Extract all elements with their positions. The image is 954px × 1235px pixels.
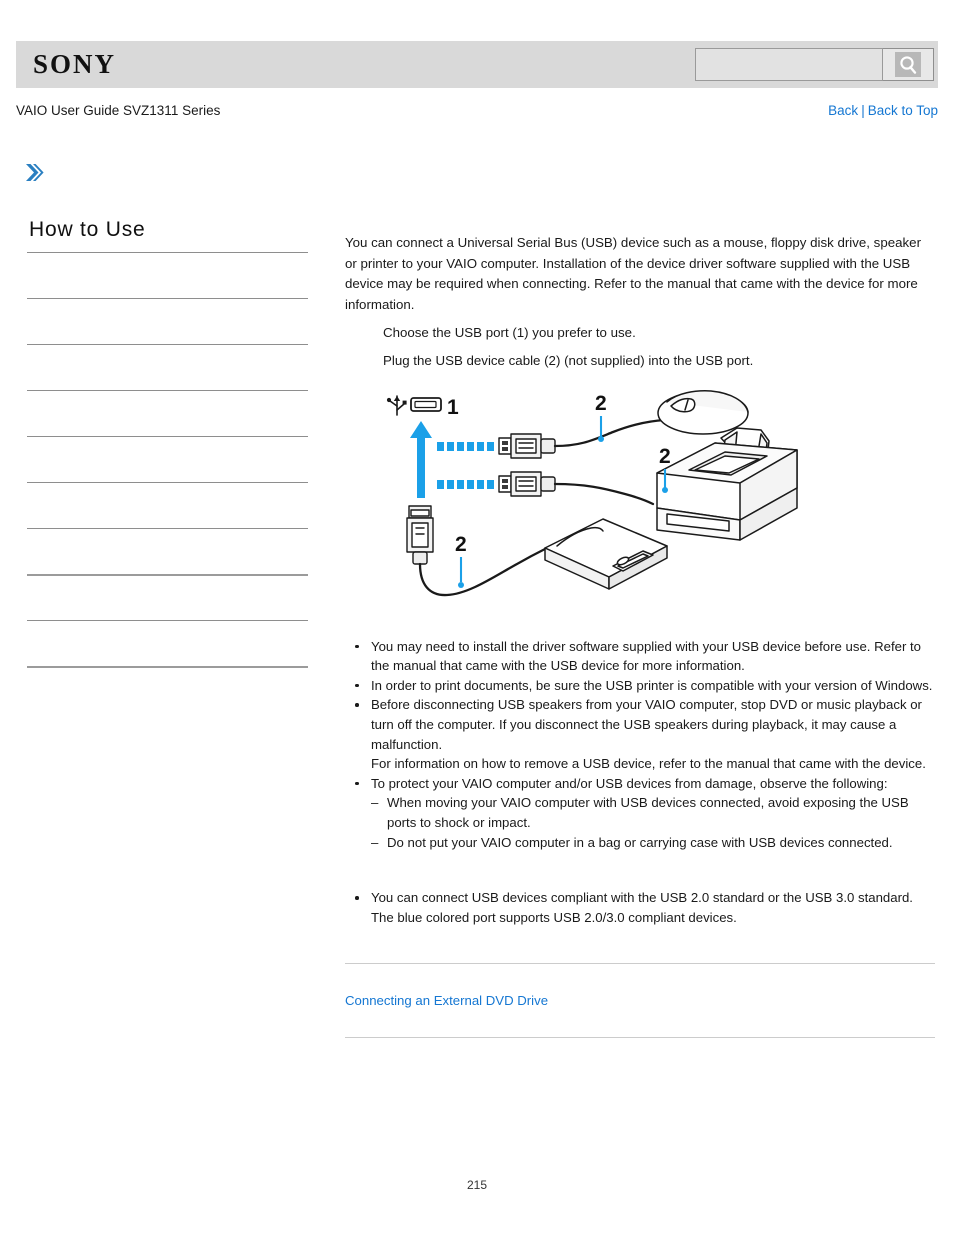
- note-text: To protect your VAIO computer and/or USB…: [371, 775, 888, 791]
- sub-note-item: When moving your VAIO computer with USB …: [371, 793, 935, 832]
- note-item: You can connect USB devices compliant wi…: [345, 888, 935, 927]
- nav-separator: |: [861, 103, 865, 118]
- sidebar-nav-list: [27, 252, 308, 712]
- note-extra-text: For information on how to remove a USB d…: [371, 756, 926, 772]
- note-extra-text: The blue colored port supports USB 2.0/3…: [371, 909, 737, 925]
- svg-text:1: 1: [447, 396, 459, 419]
- divider-bottom: [345, 1037, 935, 1039]
- note-item: Before disconnecting USB speakers from y…: [345, 695, 935, 773]
- search-input[interactable]: [695, 48, 883, 81]
- sidebar-item-4[interactable]: [27, 390, 308, 436]
- svg-text:2: 2: [595, 392, 607, 415]
- sidebar-title: How to Use: [29, 218, 146, 241]
- sidebar-item-2[interactable]: [27, 298, 308, 344]
- divider-top: [345, 963, 935, 965]
- note-text: In order to print documents, be sure the…: [371, 677, 933, 693]
- step-item: Plug the USB device cable (2) (not suppl…: [383, 352, 754, 368]
- sidebar: How to Use: [27, 215, 308, 712]
- svg-text:2: 2: [455, 533, 467, 556]
- sidebar-item-3[interactable]: [27, 344, 308, 390]
- header-nav-links: Back | Back to Top: [828, 100, 938, 122]
- notes-list: You may need to install the driver softw…: [345, 637, 935, 853]
- related-link[interactable]: Connecting an External DVD Drive: [345, 991, 935, 1011]
- note-item: In order to print documents, be sure the…: [345, 676, 935, 696]
- sidebar-item-5[interactable]: [27, 436, 308, 482]
- page-number: 215: [466, 1178, 488, 1192]
- notes-list-secondary: You can connect USB devices compliant wi…: [345, 888, 935, 927]
- usb-connection-diagram: 1 2 2 2: [385, 388, 815, 613]
- search-area: [695, 48, 934, 81]
- double-chevron-right-icon[interactable]: [22, 161, 46, 185]
- steps-list: Choose the USB port (1) you prefer to us…: [345, 323, 935, 371]
- step-item: Choose the USB port (1) you prefer to us…: [383, 325, 636, 341]
- note-text: Before disconnecting USB speakers from y…: [371, 697, 922, 752]
- note-text: You may need to install the driver softw…: [371, 638, 922, 674]
- back-link[interactable]: Back: [828, 103, 858, 118]
- search-icon: [895, 52, 921, 77]
- main-content: You can connect a Universal Serial Bus (…: [345, 233, 935, 1039]
- guide-title: VAIO User Guide SVZ1311 Series: [16, 103, 221, 118]
- sub-note-item: Do not put your VAIO computer in a bag o…: [371, 833, 935, 853]
- sidebar-item-6[interactable]: [27, 482, 308, 528]
- back-to-top-link[interactable]: Back to Top: [868, 103, 938, 118]
- intro-paragraph: You can connect a Universal Serial Bus (…: [345, 235, 921, 312]
- sidebar-item-9[interactable]: [27, 620, 308, 666]
- svg-text:2: 2: [659, 445, 671, 468]
- sony-logo: SONY: [33, 49, 117, 79]
- sidebar-item-10[interactable]: [27, 666, 308, 712]
- note-item: To protect your VAIO computer and/or USB…: [345, 774, 935, 852]
- sub-notes-list: When moving your VAIO computer with USB …: [371, 793, 935, 852]
- sub-header: VAIO User Guide SVZ1311 Series Back | Back…: [16, 100, 938, 122]
- note-text: You can connect USB devices compliant wi…: [371, 890, 913, 906]
- search-button[interactable]: [883, 48, 934, 81]
- notes-spacer: [345, 852, 935, 874]
- sidebar-item-1[interactable]: [27, 252, 308, 298]
- sidebar-item-7[interactable]: [27, 528, 308, 574]
- note-item: You may need to install the driver softw…: [345, 637, 935, 676]
- sidebar-item-8[interactable]: [27, 574, 308, 620]
- site-header: SONY: [16, 41, 938, 88]
